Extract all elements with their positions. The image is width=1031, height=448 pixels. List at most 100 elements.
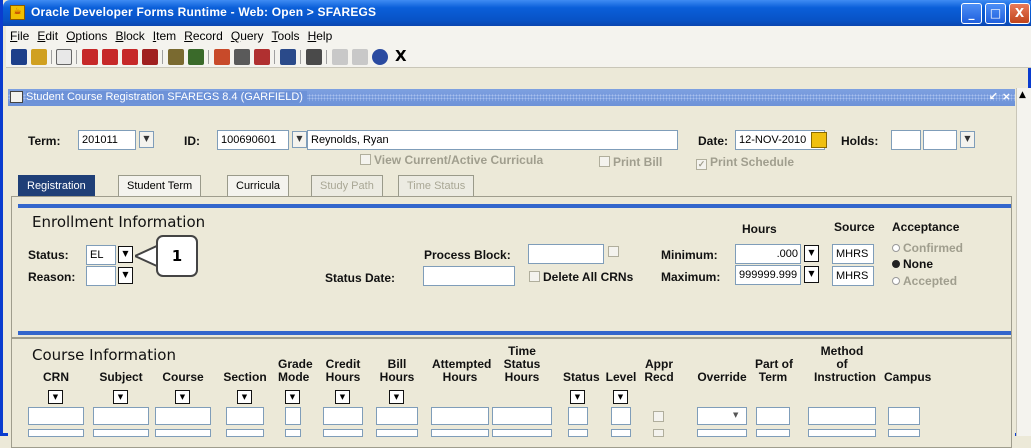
acceptance-accepted-radio[interactable]: Accepted (892, 274, 957, 288)
acceptance-none-radio[interactable]: None (892, 257, 933, 271)
maximize-button[interactable]: □ (985, 3, 1006, 24)
course-divider (18, 331, 1011, 335)
status-date-field[interactable] (423, 266, 515, 286)
save-icon[interactable] (11, 49, 27, 65)
search-icon[interactable] (332, 49, 348, 65)
tab-registration[interactable]: Registration (18, 175, 95, 196)
enter-query-icon[interactable] (168, 49, 184, 65)
delete-all-crns-checkbox[interactable]: Delete All CRNs (529, 270, 633, 284)
holds-field-2[interactable] (923, 130, 957, 150)
next-block-icon[interactable] (122, 49, 138, 65)
column-lov-button[interactable]: ▼ (48, 390, 63, 404)
window-scrollbar[interactable]: ▲ (1016, 88, 1031, 436)
toolbar: X (6, 46, 1031, 68)
course-cell[interactable] (226, 407, 264, 425)
help-icon[interactable] (372, 49, 388, 65)
column-lov-button[interactable]: ▼ (237, 390, 252, 404)
menu-edit[interactable]: Edit (33, 26, 62, 43)
override-dropdown-icon[interactable]: ▼ (733, 411, 738, 419)
minimum-field[interactable]: .000 (735, 244, 801, 264)
column-lov-button[interactable]: ▼ (613, 390, 628, 404)
view-curricula-label: View Current/Active Curricula (374, 153, 544, 167)
course-cell[interactable] (756, 407, 790, 425)
course-cell[interactable] (323, 407, 363, 425)
scroll-up-icon[interactable]: ▲ (1019, 90, 1026, 100)
column-header-line: Recd (644, 370, 674, 384)
print-icon[interactable] (280, 49, 296, 65)
course-cell[interactable] (93, 407, 149, 425)
clear-record-icon[interactable] (254, 49, 270, 65)
menu-block[interactable]: Block (111, 26, 148, 43)
view-curricula-checkbox[interactable]: View Current/Active Curricula (360, 153, 543, 167)
tab-student-term[interactable]: Student Term (118, 175, 202, 196)
menu-record[interactable]: Record (180, 26, 227, 43)
menu-help[interactable]: Help (304, 26, 337, 43)
holds-field[interactable] (891, 130, 921, 150)
expand-icon[interactable] (352, 49, 368, 65)
status-field[interactable]: EL (86, 245, 116, 265)
term-lov-button[interactable]: ▼ (139, 131, 154, 148)
column-lov-button[interactable]: ▼ (389, 390, 404, 404)
menu-query[interactable]: Query (227, 26, 268, 43)
id-field[interactable]: 100690601 (217, 130, 289, 150)
tab-study-path[interactable]: Study Path (311, 175, 383, 196)
rollback-icon[interactable] (31, 49, 47, 65)
document-icon[interactable] (56, 49, 72, 65)
menu-options[interactable]: Options (62, 26, 111, 43)
course-cell[interactable] (697, 407, 747, 425)
column-lov-button[interactable]: ▼ (285, 390, 300, 404)
menu-item[interactable]: Item (149, 26, 180, 43)
calendar-icon[interactable] (811, 132, 827, 148)
column-header: Override (696, 345, 748, 384)
course-cell[interactable] (888, 407, 920, 425)
course-cell[interactable] (611, 407, 631, 425)
print-bill-checkbox[interactable]: Print Bill (599, 155, 662, 169)
menu-file[interactable]: File (6, 26, 33, 43)
minimum-dropdown-button[interactable]: ▼ (804, 245, 819, 262)
process-block-field[interactable] (528, 244, 604, 264)
course-cell[interactable] (492, 407, 552, 425)
insert-record-icon[interactable] (214, 49, 230, 65)
print-schedule-label: Print Schedule (710, 155, 795, 169)
status-dropdown-button[interactable]: ▼ (118, 246, 133, 263)
previous-record-icon[interactable] (102, 49, 118, 65)
last-record-icon[interactable] (142, 49, 158, 65)
minimize-button[interactable]: _ (961, 3, 982, 24)
course-cell[interactable] (653, 411, 664, 422)
course-cell[interactable] (431, 407, 489, 425)
course-cell[interactable] (28, 407, 84, 425)
course-cell[interactable] (285, 407, 301, 425)
menu-tools[interactable]: Tools (268, 26, 304, 43)
column-lov-button[interactable]: ▼ (335, 390, 350, 404)
close-button[interactable]: X (1009, 3, 1030, 24)
column-lov-button[interactable]: ▼ (175, 390, 190, 404)
course-cell[interactable] (155, 407, 211, 425)
first-record-icon[interactable] (82, 49, 98, 65)
execute-query-icon[interactable] (188, 49, 204, 65)
reason-field[interactable] (86, 266, 116, 286)
column-lov-button[interactable]: ▼ (113, 390, 128, 404)
options-icon[interactable] (306, 49, 322, 65)
course-cell[interactable] (376, 407, 418, 425)
holds-lov-button[interactable]: ▼ (960, 131, 975, 148)
name-field[interactable]: Reynolds, Ryan (307, 130, 678, 150)
reason-dropdown-button[interactable]: ▼ (118, 267, 133, 284)
tab-curricula[interactable]: Curricula (227, 175, 290, 196)
print-schedule-checkbox[interactable]: ✓ Print Schedule (696, 155, 794, 170)
tab-time-status[interactable]: Time Status (398, 175, 475, 196)
acceptance-confirmed-radio[interactable]: Confirmed (892, 241, 963, 255)
maximum-field[interactable]: 999999.999 (735, 265, 801, 285)
exit-icon[interactable]: X (395, 47, 407, 65)
remove-record-icon[interactable] (234, 49, 250, 65)
id-lov-button[interactable]: ▼ (292, 131, 307, 148)
column-header: Method of Instruction (814, 345, 876, 384)
column-lov-button[interactable]: ▼ (570, 390, 585, 404)
term-field[interactable]: 201011 (78, 130, 136, 150)
course-cell[interactable] (808, 407, 876, 425)
process-block-checkbox[interactable] (608, 246, 619, 257)
maximum-dropdown-button[interactable]: ▼ (804, 266, 819, 283)
course-cell[interactable] (568, 407, 588, 425)
form-window-controls[interactable]: ↙ × (989, 90, 1011, 103)
maximum-source-field[interactable]: MHRS (832, 266, 874, 286)
minimum-source-field[interactable]: MHRS (832, 244, 874, 264)
